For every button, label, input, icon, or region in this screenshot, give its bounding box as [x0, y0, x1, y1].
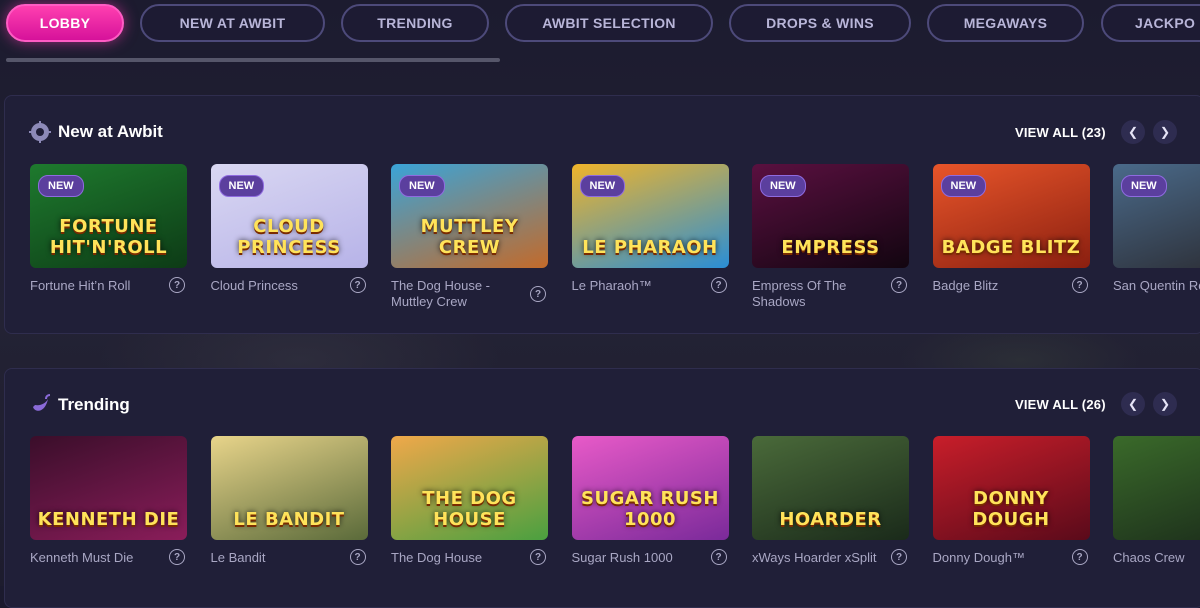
game-logo: MUTTLEY CREW: [420, 216, 519, 258]
game-thumbnail[interactable]: [1113, 436, 1200, 540]
game-card[interactable]: MUTTLEY CREW NEW The Dog House - Muttley C…: [391, 164, 548, 309]
info-question-icon[interactable]: ?: [169, 277, 185, 293]
game-logo: DONNY DOUGH: [972, 488, 1050, 530]
new-badge: NEW: [38, 175, 84, 197]
chevron-left-icon: ❮: [1127, 125, 1139, 139]
game-thumbnail[interactable]: EMPRESS NEW: [752, 164, 909, 268]
game-name[interactable]: Le Bandit: [211, 550, 341, 566]
info-question-icon[interactable]: ?: [530, 549, 546, 565]
game-thumbnail[interactable]: FORTUNE HIT'N'ROLL NEW: [30, 164, 187, 268]
game-name[interactable]: The Dog House: [391, 550, 521, 566]
game-logo: EMPRESS: [781, 237, 880, 258]
info-question-icon[interactable]: ?: [1071, 549, 1088, 565]
game-thumbnail[interactable]: HOARDER: [752, 436, 909, 540]
game-name[interactable]: Sugar Rush 1000: [572, 550, 702, 566]
tab-new-at-awbit[interactable]: NEW AT AWBIT: [140, 4, 325, 42]
category-tabs: LOBBY NEW AT AWBIT TRENDING AWBIT SELECT…: [0, 0, 1200, 52]
new-badge: NEW: [940, 175, 987, 197]
tab-megaways[interactable]: MEGAWAYS: [927, 4, 1084, 42]
game-logo: THE DOG HOUSE: [422, 488, 517, 530]
tab-lobby[interactable]: LOBBY: [6, 4, 124, 42]
info-question-icon[interactable]: ?: [349, 549, 366, 565]
next-arrow-button[interactable]: ❯: [1153, 120, 1177, 144]
game-thumbnail[interactable]: LE PHARAOH NEW: [571, 164, 729, 268]
chevron-left-icon: ❮: [1127, 397, 1139, 411]
game-logo: SUGAR RUSH 1000: [581, 488, 719, 530]
game-logo: KENNETH DIE: [37, 509, 180, 530]
game-card[interactable]: LE PHARAOH NEW Le Pharaoh™?: [571, 164, 729, 293]
game-card[interactable]: DONNY DOUGH Donny Dough™?: [932, 436, 1090, 565]
game-logo: LE BANDIT: [233, 509, 345, 530]
game-name[interactable]: Kenneth Must Die: [30, 550, 160, 566]
game-card[interactable]: FORTUNE HIT'N'ROLL NEW Fortune Hit’n Roll?: [30, 164, 187, 293]
prev-arrow-button[interactable]: ❮: [1121, 392, 1145, 416]
game-logo: BADGE BLITZ: [941, 237, 1081, 258]
info-question-icon[interactable]: ?: [891, 277, 907, 293]
game-logo: LE PHARAOH: [582, 237, 718, 258]
new-badge: NEW: [399, 175, 445, 197]
chili-icon: [33, 394, 51, 411]
game-name[interactable]: The Dog House - Muttley Crew: [391, 278, 521, 310]
view-all-link[interactable]: VIEW ALL (26): [1015, 397, 1106, 412]
game-name[interactable]: Fortune Hit’n Roll: [30, 278, 160, 294]
game-thumbnail[interactable]: SUGAR RUSH 1000: [571, 436, 729, 540]
info-question-icon[interactable]: ?: [530, 286, 546, 302]
info-question-icon[interactable]: ?: [1071, 277, 1088, 293]
game-card[interactable]: BADGE BLITZ NEW Badge Blitz?: [932, 164, 1090, 293]
tab-trending[interactable]: TRENDING: [341, 4, 489, 42]
game-card[interactable]: EMPRESS NEW Empress Of The Shadows?: [752, 164, 909, 309]
info-question-icon[interactable]: ?: [169, 549, 185, 565]
game-card[interactable]: Chaos Crew?: [1113, 436, 1200, 565]
section-new-at-awbit: New at Awbit VIEW ALL (23) ❮ ❯ FORTUNE H…: [4, 95, 1200, 334]
tab-drops-wins[interactable]: DROPS & WINS: [729, 4, 911, 42]
game-thumbnail[interactable]: KENNETH DIE: [30, 436, 187, 540]
new-badge: NEW: [760, 175, 806, 197]
game-thumbnail[interactable]: CLOUD PRINCESS NEW: [210, 164, 368, 268]
gear-badge-icon: [29, 121, 51, 143]
section-trending: Trending VIEW ALL (26) ❮ ❯ KENNETH DIE Ke…: [4, 368, 1200, 608]
game-card[interactable]: THE DOG HOUSE The Dog House?: [391, 436, 548, 565]
tab-jackpot[interactable]: JACKPO: [1101, 4, 1200, 42]
game-thumbnail[interactable]: NEW: [1113, 164, 1200, 268]
game-thumbnail[interactable]: THE DOG HOUSE: [391, 436, 548, 540]
game-name[interactable]: Donny Dough™: [933, 550, 1063, 566]
game-thumbnail[interactable]: DONNY DOUGH: [932, 436, 1090, 540]
chevron-right-icon: ❯: [1159, 397, 1171, 411]
game-logo: CLOUD PRINCESS: [237, 216, 341, 258]
next-arrow-button[interactable]: ❯: [1153, 392, 1177, 416]
game-thumbnail[interactable]: LE BANDIT: [210, 436, 368, 540]
game-card[interactable]: CLOUD PRINCESS NEW Cloud Princess?: [210, 164, 368, 293]
game-card[interactable]: NEWSan Quentin Row?: [1113, 164, 1200, 293]
info-question-icon[interactable]: ?: [710, 549, 727, 565]
game-name[interactable]: San Quentin Row: [1113, 278, 1200, 294]
game-card[interactable]: HOARDER xWays Hoarder xSplit?: [752, 436, 909, 565]
game-card[interactable]: KENNETH DIE Kenneth Must Die?: [30, 436, 187, 565]
new-badge: NEW: [579, 175, 626, 197]
tabs-scrollbar[interactable]: [6, 58, 500, 62]
game-card[interactable]: SUGAR RUSH 1000 Sugar Rush 1000?: [571, 436, 729, 565]
game-thumbnail[interactable]: MUTTLEY CREW NEW: [391, 164, 548, 268]
section-title: Trending: [58, 395, 130, 414]
game-name[interactable]: Le Pharaoh™: [572, 278, 702, 294]
info-question-icon[interactable]: ?: [891, 549, 907, 565]
game-logo: FORTUNE HIT'N'ROLL: [49, 216, 168, 258]
game-name[interactable]: xWays Hoarder xSplit: [752, 550, 882, 566]
game-name[interactable]: Cloud Princess: [211, 278, 341, 294]
view-all-link[interactable]: VIEW ALL (23): [1015, 125, 1106, 140]
info-question-icon[interactable]: ?: [349, 277, 366, 293]
tab-awbit-selection[interactable]: AWBIT SELECTION: [505, 4, 713, 42]
new-badge: NEW: [218, 175, 265, 197]
info-question-icon[interactable]: ?: [710, 277, 727, 293]
chevron-right-icon: ❯: [1159, 125, 1171, 139]
new-badge: NEW: [1121, 175, 1167, 197]
game-thumbnail[interactable]: BADGE BLITZ NEW: [932, 164, 1090, 268]
game-card[interactable]: LE BANDIT Le Bandit?: [210, 436, 368, 565]
game-name[interactable]: Empress Of The Shadows: [752, 278, 882, 310]
game-name[interactable]: Chaos Crew: [1113, 550, 1200, 566]
game-name[interactable]: Badge Blitz: [933, 278, 1063, 294]
prev-arrow-button[interactable]: ❮: [1121, 120, 1145, 144]
section-title: New at Awbit: [58, 122, 163, 141]
game-logo: HOARDER: [779, 509, 882, 530]
